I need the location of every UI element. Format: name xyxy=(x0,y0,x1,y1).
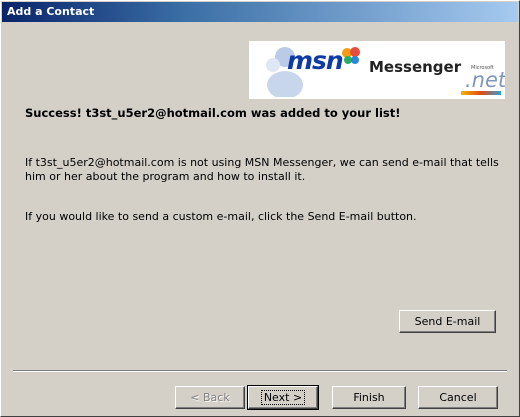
msn-wordmark: msn xyxy=(287,46,344,75)
dotnet-color-bar xyxy=(461,91,501,95)
custom-email-paragraph: If you would like to send a custom e-mai… xyxy=(25,210,417,223)
msn-messenger-logo: msn Messenger Microsoft .net xyxy=(249,41,505,99)
messenger-wordmark: Messenger xyxy=(369,58,462,76)
finish-label: Finish xyxy=(353,391,385,404)
send-email-label: Send E-mail xyxy=(414,315,481,328)
separator xyxy=(13,370,507,372)
cancel-button[interactable]: Cancel xyxy=(418,386,498,409)
title-bar[interactable]: Add a Contact xyxy=(2,2,518,22)
info-paragraph: If t3st_u5er2@hotmail.com is not using M… xyxy=(25,156,499,183)
dotnet-wordmark: .net xyxy=(465,68,505,92)
cancel-label: Cancel xyxy=(439,391,477,404)
next-button[interactable]: Next > xyxy=(247,385,319,410)
add-contact-dialog: Add a Contact msn Messenger Microsoft .n… xyxy=(0,0,520,417)
send-email-button[interactable]: Send E-mail xyxy=(399,310,496,333)
next-label: Next > xyxy=(260,390,306,405)
window-title: Add a Contact xyxy=(7,5,95,18)
finish-button[interactable]: Finish xyxy=(332,386,406,409)
success-message: Success! t3st_u5er2@hotmail.com was adde… xyxy=(25,106,401,120)
msn-butterfly-icon xyxy=(342,47,360,64)
back-label: < Back xyxy=(190,391,230,404)
back-button[interactable]: < Back xyxy=(175,386,245,409)
